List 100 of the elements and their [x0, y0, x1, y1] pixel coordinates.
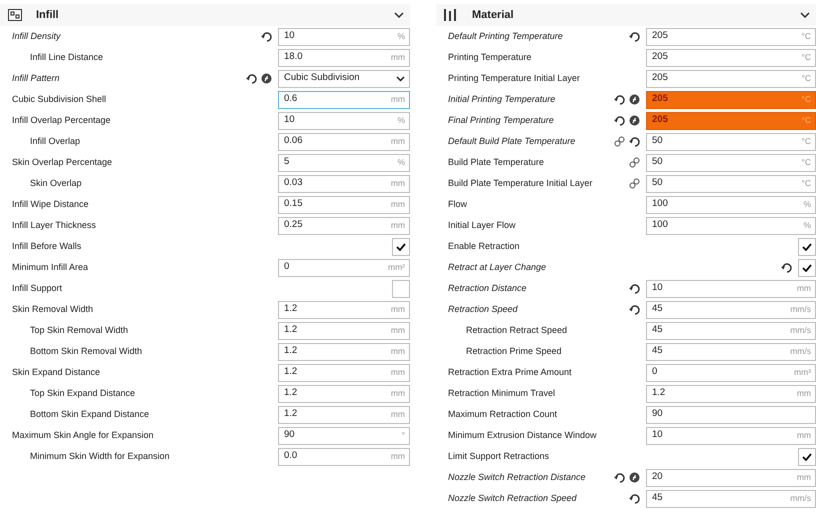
number-field[interactable]: 45 mm/s [646, 490, 816, 508]
reset-icon[interactable] [629, 304, 640, 314]
number-field[interactable]: 0.0 mm [278, 448, 410, 466]
reset-icon[interactable] [629, 284, 640, 294]
number-field[interactable]: 205 °C [646, 48, 816, 66]
setting-label: Top Skin Expand Distance [29, 386, 136, 400]
reset-icon[interactable] [261, 32, 272, 42]
number-field[interactable]: 10 mm [646, 426, 816, 444]
number-field[interactable]: 1.2 mm [646, 384, 816, 402]
check-icon [802, 452, 812, 460]
number-field[interactable]: 10 mm [646, 280, 816, 298]
number-field[interactable]: 50 °C [646, 154, 816, 172]
setting-label: Maximum Retraction Count [447, 408, 558, 421]
chevron-down-icon [394, 12, 404, 18]
number-field[interactable]: 205 °C [646, 70, 816, 88]
reset-icon[interactable] [614, 116, 625, 126]
number-field[interactable]: 0 mm³ [646, 364, 816, 382]
setting-label: Nozzle Switch Retraction Speed [447, 492, 578, 505]
number-field[interactable]: 100 % [646, 216, 816, 234]
checkbox[interactable] [798, 238, 816, 256]
reset-icon[interactable] [614, 472, 625, 482]
link-icon[interactable] [629, 178, 640, 189]
number-field[interactable]: 45 mm/s [646, 322, 816, 340]
number-field[interactable]: 45 mm/s [646, 300, 816, 318]
section-title: Infill [36, 8, 60, 23]
reset-icon[interactable] [246, 74, 257, 84]
setting-label: Retract at Layer Change [447, 260, 548, 274]
dropdown[interactable]: Cubic Subdivision [278, 70, 410, 88]
reset-icon[interactable] [629, 136, 640, 146]
setting-label: Build Plate Temperature [447, 156, 545, 169]
number-field[interactable]: 0.6 mm [278, 90, 410, 108]
function-icon[interactable] [261, 73, 272, 84]
number-field[interactable]: 18.0 mm [278, 48, 410, 66]
number-field[interactable]: 1.2 mm [278, 322, 410, 340]
number-field[interactable]: 1.2 mm [278, 364, 410, 382]
setting-label: Minimum Extrusion Distance Window [447, 428, 598, 442]
number-field[interactable]: 0.06 mm [278, 132, 410, 150]
number-field[interactable]: 90 [646, 406, 816, 424]
number-field[interactable]: 1.2 mm [278, 406, 410, 424]
number-field[interactable]: 1.2 mm [278, 384, 410, 402]
number-field[interactable]: 90 ° [278, 426, 410, 444]
setting-label: Flow [447, 198, 468, 211]
number-field[interactable]: 1.2 mm [278, 300, 410, 318]
number-field[interactable]: 205 °C [646, 28, 816, 46]
setting-label: Skin Overlap [29, 176, 83, 190]
setting-label: Nozzle Switch Retraction Distance [447, 470, 587, 484]
setting-label: Infill Overlap Percentage [11, 114, 112, 127]
checkbox[interactable] [798, 258, 816, 276]
number-field[interactable]: 20 mm [646, 468, 816, 486]
reset-icon[interactable] [629, 32, 640, 42]
number-field[interactable]: 10 % [278, 112, 410, 130]
reset-icon[interactable] [629, 494, 640, 504]
link-icon[interactable] [629, 157, 640, 168]
setting-label: Printing Temperature [447, 50, 532, 64]
section-header[interactable]: Material [436, 4, 816, 26]
setting-label: Skin Removal Width [11, 302, 94, 316]
number-field[interactable]: 100 % [646, 196, 816, 214]
number-field[interactable]: 1.2 mm [278, 342, 410, 360]
section-title: Material [472, 8, 515, 23]
function-icon[interactable] [629, 115, 640, 126]
setting-label: Enable Retraction [447, 240, 521, 253]
number-field[interactable]: 0.15 mm [278, 196, 410, 214]
setting-label: Skin Overlap Percentage [11, 156, 114, 169]
setting-label: Default Build Plate Temperature [447, 134, 576, 148]
number-field[interactable]: 50 °C [646, 174, 816, 192]
setting-label: Infill Before Walls [11, 240, 82, 253]
number-field[interactable]: 5 % [278, 154, 410, 172]
checkbox[interactable] [392, 280, 410, 298]
setting-label: Default Printing Temperature [447, 30, 564, 43]
number-field[interactable]: 0.25 mm [278, 216, 410, 234]
bars-icon [444, 9, 458, 21]
setting-label: Minimum Skin Width for Expansion [29, 450, 171, 463]
section-header[interactable]: Infill [0, 4, 410, 26]
setting-label: Retraction Retract Speed [465, 324, 568, 337]
check-icon [802, 264, 812, 272]
setting-label: Top Skin Removal Width [29, 324, 130, 337]
number-field[interactable]: 0 mm² [278, 258, 410, 276]
setting-label: Infill Pattern [11, 72, 61, 85]
number-field[interactable]: 0.03 mm [278, 174, 410, 192]
setting-label: Retraction Prime Speed [465, 344, 563, 358]
setting-label: Build Plate Temperature Initial Layer [447, 176, 594, 190]
checkbox[interactable] [798, 448, 816, 466]
setting-label: Initial Layer Flow [447, 218, 517, 232]
setting-label: Infill Line Distance [29, 50, 104, 64]
number-field[interactable]: 45 mm/s [646, 342, 816, 360]
reset-icon[interactable] [781, 262, 792, 272]
function-icon[interactable] [629, 472, 640, 483]
setting-label: Initial Printing Temperature [447, 92, 556, 106]
checkbox[interactable] [392, 238, 410, 256]
number-field[interactable]: 10 % [278, 28, 410, 46]
reset-icon[interactable] [614, 94, 625, 104]
setting-label: Retraction Distance [447, 282, 528, 295]
function-icon[interactable] [629, 94, 640, 105]
setting-label: Printing Temperature Initial Layer [447, 72, 581, 85]
number-field[interactable]: 50 °C [646, 132, 816, 150]
setting-label: Bottom Skin Expand Distance [29, 408, 150, 421]
grid-icon [8, 9, 22, 21]
setting-label: Infill Layer Thickness [11, 218, 97, 232]
check-icon [396, 242, 406, 250]
link-icon[interactable] [614, 136, 625, 147]
